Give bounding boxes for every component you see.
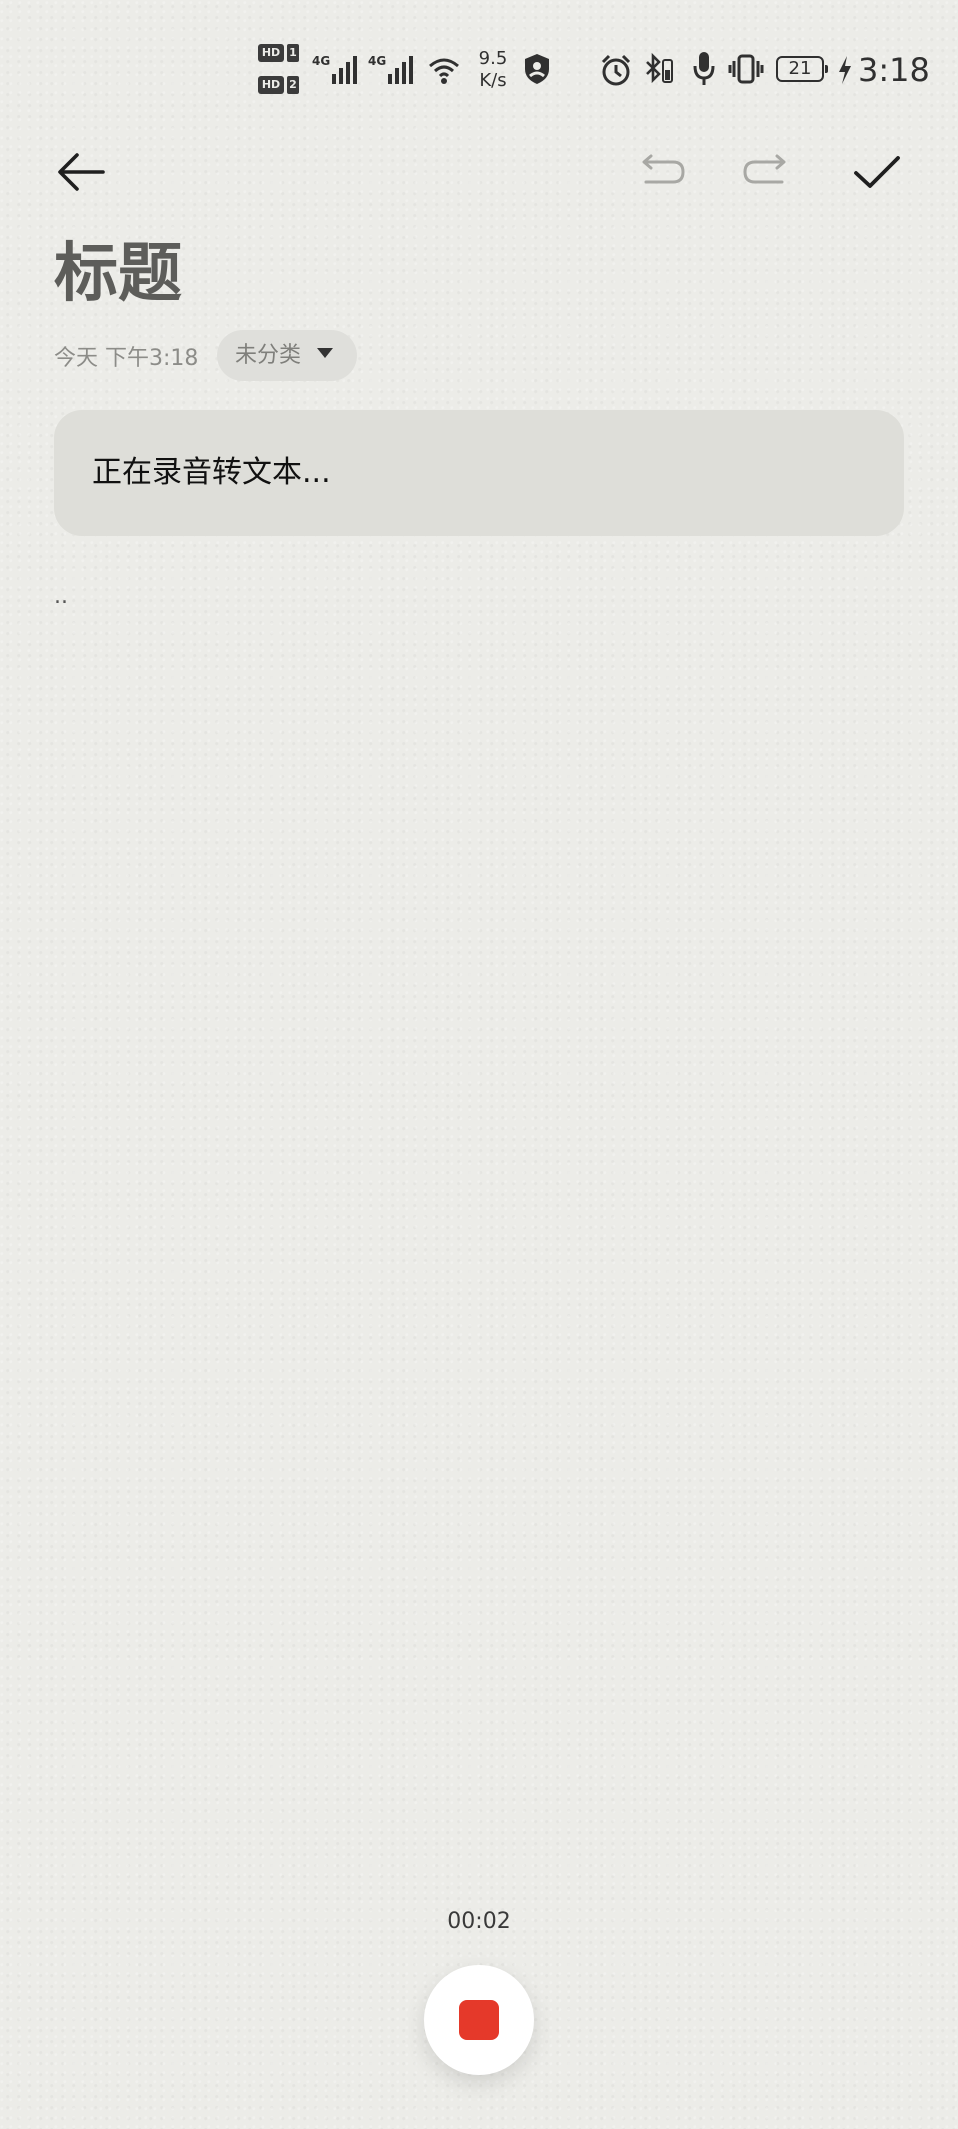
alarm-icon [601, 54, 631, 86]
hd1-badge: HD [258, 44, 284, 62]
category-label: 未分类 [235, 343, 302, 368]
recording-status-text: 正在录音转文本... [92, 455, 331, 490]
category-dropdown[interactable]: 未分类 [217, 330, 357, 381]
charging-icon [839, 56, 851, 84]
recording-status-card: 正在录音转文本... [54, 410, 904, 536]
paper-background [0, 0, 958, 2129]
network-type-2: 4G [368, 54, 387, 68]
network-speed-unit: K/s [479, 70, 507, 91]
hd1-number: 1 [287, 44, 299, 62]
status-bar: HD 1 HD 2 4G 4G 9.5 K/s 21 3:18 [0, 42, 958, 102]
network-type-1: 4G [312, 54, 331, 68]
vpn-shield-icon [525, 54, 549, 84]
wifi-icon [429, 58, 459, 84]
back-button[interactable] [49, 140, 113, 204]
battery-level: 21 [776, 56, 828, 82]
status-time: 3:18 [858, 51, 930, 89]
note-content[interactable]: .. [54, 584, 68, 609]
network-speed: 9.5 K/s [476, 48, 510, 92]
vibrate-icon [728, 54, 764, 84]
hd2-badge: HD [258, 76, 284, 94]
bluetooth-battery-icon [646, 52, 673, 84]
undo-button[interactable] [628, 140, 692, 204]
chevron-down-icon [317, 348, 333, 358]
redo-icon [743, 154, 786, 184]
hd2-number: 2 [287, 76, 299, 94]
signal-bars-icon-2 [388, 56, 413, 84]
stop-icon [459, 2000, 499, 2040]
signal-bars-icon [332, 56, 357, 84]
undo-icon [642, 154, 685, 184]
checkmark-icon [854, 156, 900, 188]
microphone-icon [693, 52, 715, 85]
note-title[interactable]: 标题 [54, 236, 182, 312]
network-speed-value: 9.5 [478, 48, 508, 69]
note-date: 今天 下午3:18 [54, 346, 199, 371]
done-button[interactable] [845, 140, 909, 204]
recording-timer: 00:02 [447, 1909, 511, 1934]
stop-recording-button[interactable] [424, 1965, 534, 2075]
redo-button[interactable] [736, 140, 800, 204]
back-arrow-icon [58, 153, 105, 191]
